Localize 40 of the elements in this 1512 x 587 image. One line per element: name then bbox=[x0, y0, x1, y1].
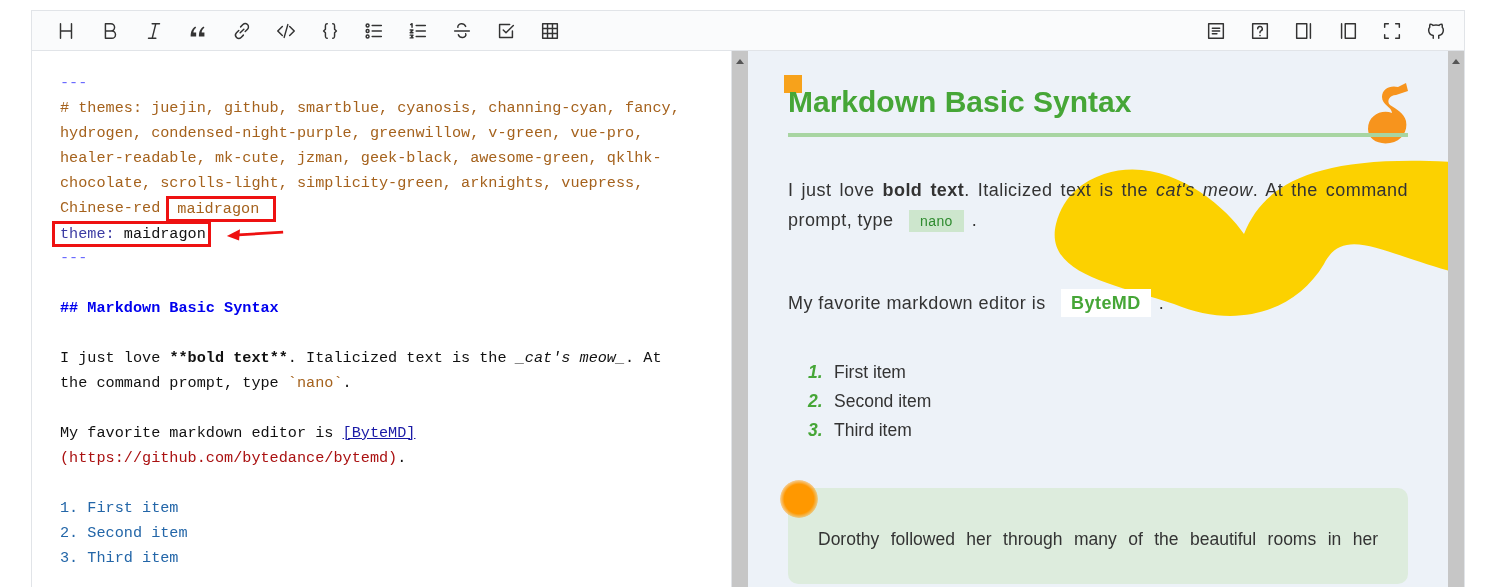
list-number: 2. bbox=[808, 391, 824, 412]
comment-text: maidragon bbox=[166, 195, 277, 222]
yaml-key: theme: bbox=[60, 223, 115, 244]
quote-text: Dorothy followed her through many of the beautiful rooms in her bbox=[818, 528, 1378, 551]
list-markup: 3. Third item bbox=[60, 548, 179, 569]
code-text: . bbox=[397, 448, 407, 469]
url-markup: (https://github.com/bytedance/bytemd) bbox=[60, 448, 398, 469]
list-item: First item bbox=[834, 362, 906, 383]
comment-text: Chinese-red bbox=[60, 198, 161, 219]
list-item: Second item bbox=[834, 391, 932, 412]
list-markup: 2. Second item bbox=[60, 523, 188, 544]
code-text: . bbox=[342, 373, 352, 394]
comment-text: chocolate, scrolls-light, simplicity-green, arknights, vuepress, bbox=[60, 173, 644, 194]
inline-code: nano bbox=[908, 210, 964, 232]
scrollbar[interactable] bbox=[1448, 51, 1464, 587]
front-matter-delimiter: --- bbox=[60, 248, 88, 269]
scroll-up-icon[interactable] bbox=[736, 59, 744, 64]
code-text: My favorite markdown editor is bbox=[60, 423, 335, 444]
list-number: 1. bbox=[808, 362, 824, 383]
list-item: Third item bbox=[834, 420, 912, 441]
list-markup: 1. First item bbox=[60, 498, 179, 519]
comment-text: hydrogen, condensed-night-purple, greenwillow, v-green, vue-pro, bbox=[60, 123, 644, 144]
italic-markup: _cat's meow_ bbox=[515, 348, 626, 369]
code-text: . Italicized text is the bbox=[287, 348, 508, 369]
comment-text: healer-readable, mk-cute, jzman, geek-black, awesome-green, qklhk- bbox=[60, 148, 662, 169]
front-matter-delimiter: --- bbox=[60, 73, 88, 94]
paragraph: My favorite markdown editor is ByteMD . bbox=[788, 288, 1408, 318]
bold-markup: **bold text** bbox=[169, 348, 288, 369]
scrollbar[interactable] bbox=[732, 51, 748, 587]
inline-code-markup: `nano` bbox=[287, 373, 343, 394]
scroll-up-icon[interactable] bbox=[1452, 59, 1460, 64]
code-text: the command prompt, type bbox=[60, 373, 280, 394]
code-text: maidragon bbox=[122, 223, 206, 244]
list-number: 3. bbox=[808, 420, 824, 441]
link-markup[interactable]: [ByteMD] bbox=[342, 421, 416, 446]
code-text: . At bbox=[625, 348, 662, 369]
heading-markup: ## Markdown Basic Syntax bbox=[60, 298, 279, 319]
code-text: I just love bbox=[60, 348, 162, 369]
comment-text: # themes: juejin, github, smartblue, cyanosis, channing-cyan, fancy, bbox=[60, 98, 680, 119]
preview-heading: Markdown Basic Syntax bbox=[788, 84, 1132, 120]
